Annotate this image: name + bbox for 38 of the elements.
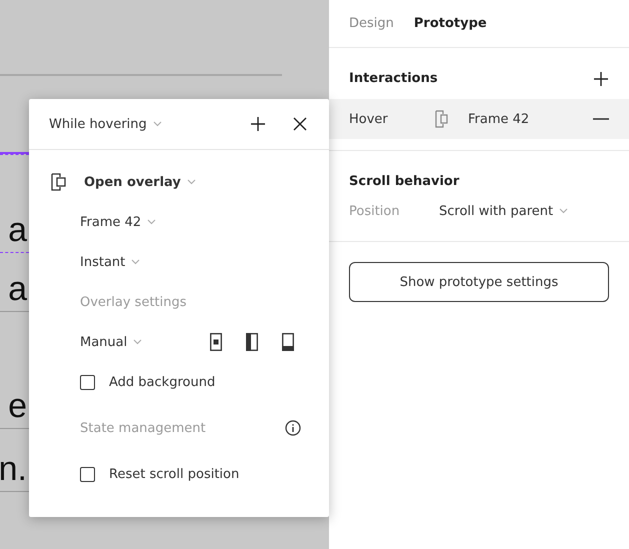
chevron-down-icon xyxy=(133,339,142,345)
checkbox-label: Reset scroll position xyxy=(109,466,240,482)
tab[interactable]: Design xyxy=(349,16,394,31)
info-icon[interactable] xyxy=(285,420,301,436)
target-label: Frame 42 xyxy=(468,112,530,126)
action-dropdown[interactable]: Open overlay xyxy=(84,174,181,190)
canvas-text: e xyxy=(8,386,27,427)
overlay-icon xyxy=(435,110,449,128)
section-title: Interactions xyxy=(349,71,438,86)
section-label: State management xyxy=(80,420,206,436)
checkbox-label: Add background xyxy=(109,374,216,390)
tab[interactable]: Prototype xyxy=(414,16,487,31)
animation-dropdown[interactable]: Instant xyxy=(80,254,126,270)
overlay-icon xyxy=(51,173,67,191)
add-icon[interactable] xyxy=(593,70,609,86)
canvas-text: a xyxy=(8,210,27,251)
checkbox[interactable] xyxy=(80,374,95,390)
canvas-text: n. xyxy=(0,449,27,490)
chevron-down-icon xyxy=(186,179,196,185)
chevron-down-icon xyxy=(131,259,140,265)
trigger-dropdown[interactable]: While hovering xyxy=(49,116,147,132)
chevron-down-icon xyxy=(152,121,162,127)
trigger-label: Hover xyxy=(349,112,389,126)
bottom-position-icon[interactable] xyxy=(282,333,294,351)
field-label: Position xyxy=(349,204,401,218)
left-position-icon[interactable] xyxy=(246,333,258,351)
section-title: Scroll behavior xyxy=(349,174,460,188)
destination-dropdown[interactable]: Frame 42 xyxy=(80,214,142,230)
scroll-dropdown[interactable]: Scroll with parent xyxy=(439,204,554,218)
interaction-row[interactable]: Hover Frame 42 xyxy=(329,99,629,139)
section-label: Overlay settings xyxy=(80,294,187,310)
center-position-icon[interactable] xyxy=(210,333,222,351)
prototype-settings-button[interactable]: Show prototype settings xyxy=(349,262,609,302)
checkbox[interactable] xyxy=(80,466,95,482)
canvas-text: a xyxy=(8,269,27,310)
chevron-down-icon xyxy=(559,208,568,214)
chevron-down-icon xyxy=(147,219,156,225)
position-dropdown[interactable]: Manual xyxy=(80,334,128,350)
